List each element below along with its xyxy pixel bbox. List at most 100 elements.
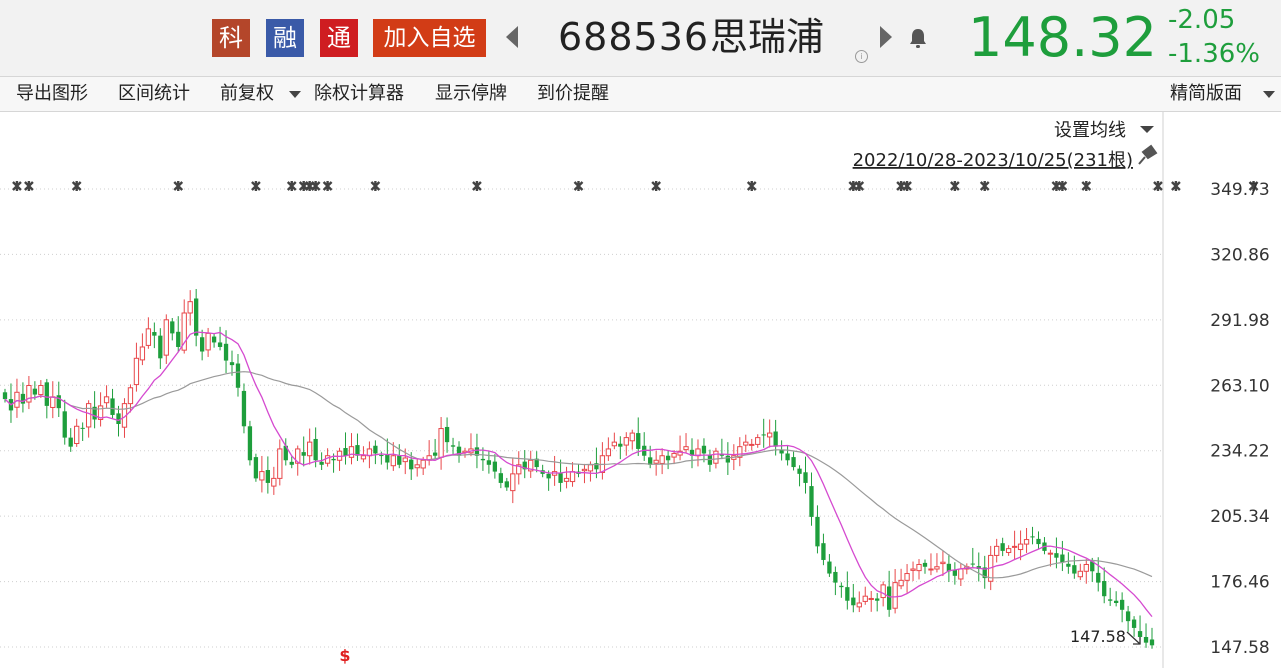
candle	[707, 449, 713, 472]
candle	[677, 435, 683, 461]
candle	[444, 417, 450, 453]
candle	[970, 547, 975, 568]
export-chart-button[interactable]: 导出图形	[16, 77, 88, 111]
candle	[373, 440, 378, 465]
candle	[659, 448, 665, 475]
candle	[199, 329, 205, 361]
candle	[827, 554, 832, 577]
event-markers	[12, 181, 1259, 191]
candle	[1119, 592, 1125, 623]
candle	[1066, 552, 1071, 574]
candle	[504, 477, 509, 491]
price-change: -2.05	[1168, 5, 1236, 35]
candle	[1102, 567, 1107, 604]
event-marker	[1171, 181, 1181, 191]
candle	[629, 429, 635, 450]
adjust-select[interactable]: 前复权	[220, 77, 274, 111]
candle	[994, 538, 1000, 563]
date-range-label[interactable]: 2022/10/28-2023/10/25(231根)	[853, 150, 1133, 171]
add-watchlist-button[interactable]: 加入自选	[373, 19, 486, 57]
candle	[581, 463, 588, 484]
candle	[20, 382, 26, 413]
chevron-down-icon[interactable]	[289, 91, 301, 98]
next-stock-arrow-icon[interactable]	[880, 26, 892, 48]
candle	[767, 419, 773, 448]
candle	[1149, 627, 1155, 649]
candle	[563, 466, 570, 489]
candle	[1072, 555, 1077, 579]
event-marker	[950, 181, 960, 191]
candle	[194, 288, 199, 347]
info-icon[interactable]: i	[855, 50, 868, 63]
candle	[336, 447, 343, 471]
prev-stock-arrow-icon[interactable]	[506, 26, 518, 48]
stock-code: 688536	[558, 15, 710, 59]
chevron-down-icon[interactable]	[1263, 91, 1275, 98]
candle	[713, 447, 719, 469]
chart-toolbar: 导出图形 区间统计 前复权 除权计算器 显示停牌 到价提醒 精简版面	[0, 77, 1281, 112]
event-marker	[322, 181, 333, 191]
event-marker	[472, 181, 482, 191]
candle	[683, 433, 689, 454]
kechuang-badge[interactable]: 科	[212, 19, 250, 57]
y-tick-label: 205.34	[1210, 507, 1269, 527]
candle	[892, 569, 898, 614]
kline-chart[interactable]: 349.73 320.86 291.98 263.10 234.22 205.34 176.…	[0, 112, 1281, 668]
candle	[241, 383, 247, 434]
candle	[50, 381, 56, 419]
candle	[450, 437, 456, 456]
candle	[916, 559, 922, 580]
interval-stats-button[interactable]: 区间统计	[118, 77, 190, 111]
candle	[737, 437, 743, 467]
candle	[898, 568, 904, 590]
candle	[1005, 545, 1012, 556]
candle	[761, 418, 766, 448]
candle	[80, 422, 85, 442]
candle	[623, 432, 629, 456]
candle	[1083, 559, 1089, 584]
candle	[498, 467, 503, 489]
candle	[636, 417, 641, 456]
simple-layout-select[interactable]: 精简版面	[1170, 77, 1242, 111]
candle	[355, 433, 360, 461]
candle	[211, 333, 217, 348]
candle	[145, 317, 152, 349]
candle	[116, 405, 121, 437]
pin-icon[interactable]	[1138, 144, 1158, 165]
candle	[1108, 587, 1113, 606]
event-marker	[1081, 181, 1092, 191]
candle	[665, 450, 671, 470]
y-axis: 349.73 320.86 291.98 263.10 234.22 205.34 176.…	[1210, 180, 1269, 658]
candle	[701, 438, 707, 463]
bell-icon[interactable]	[908, 27, 928, 49]
ex-right-calculator-button[interactable]: 除权计算器	[314, 77, 404, 111]
event-marker	[310, 181, 321, 191]
connect-badge[interactable]: 通	[320, 19, 358, 57]
candle	[1011, 530, 1018, 560]
event-marker	[370, 181, 381, 191]
candle	[348, 433, 355, 465]
candle	[862, 586, 868, 605]
candle	[528, 450, 534, 478]
ma-setting-button[interactable]: 设置均线	[1054, 120, 1126, 141]
candle	[426, 440, 432, 466]
candle	[247, 420, 253, 466]
y-tick-label: 320.86	[1210, 245, 1269, 265]
event-dollar-mark: $	[339, 646, 350, 665]
candle	[803, 456, 808, 494]
candle	[1096, 557, 1101, 592]
candle	[946, 554, 952, 582]
event-marker	[902, 181, 912, 191]
chevron-down-icon[interactable]	[1140, 126, 1154, 133]
candle	[821, 533, 826, 566]
y-tick-label: 176.46	[1210, 573, 1269, 593]
show-suspension-button[interactable]: 显示停牌	[435, 77, 507, 111]
candle	[551, 455, 558, 486]
y-tick-label: 147.58	[1210, 638, 1269, 658]
candle	[611, 432, 617, 450]
price-alert-button[interactable]: 到价提醒	[537, 77, 609, 111]
margin-badge[interactable]: 融	[266, 19, 304, 57]
candle	[44, 378, 49, 419]
candle	[103, 385, 110, 408]
candle	[558, 459, 563, 492]
